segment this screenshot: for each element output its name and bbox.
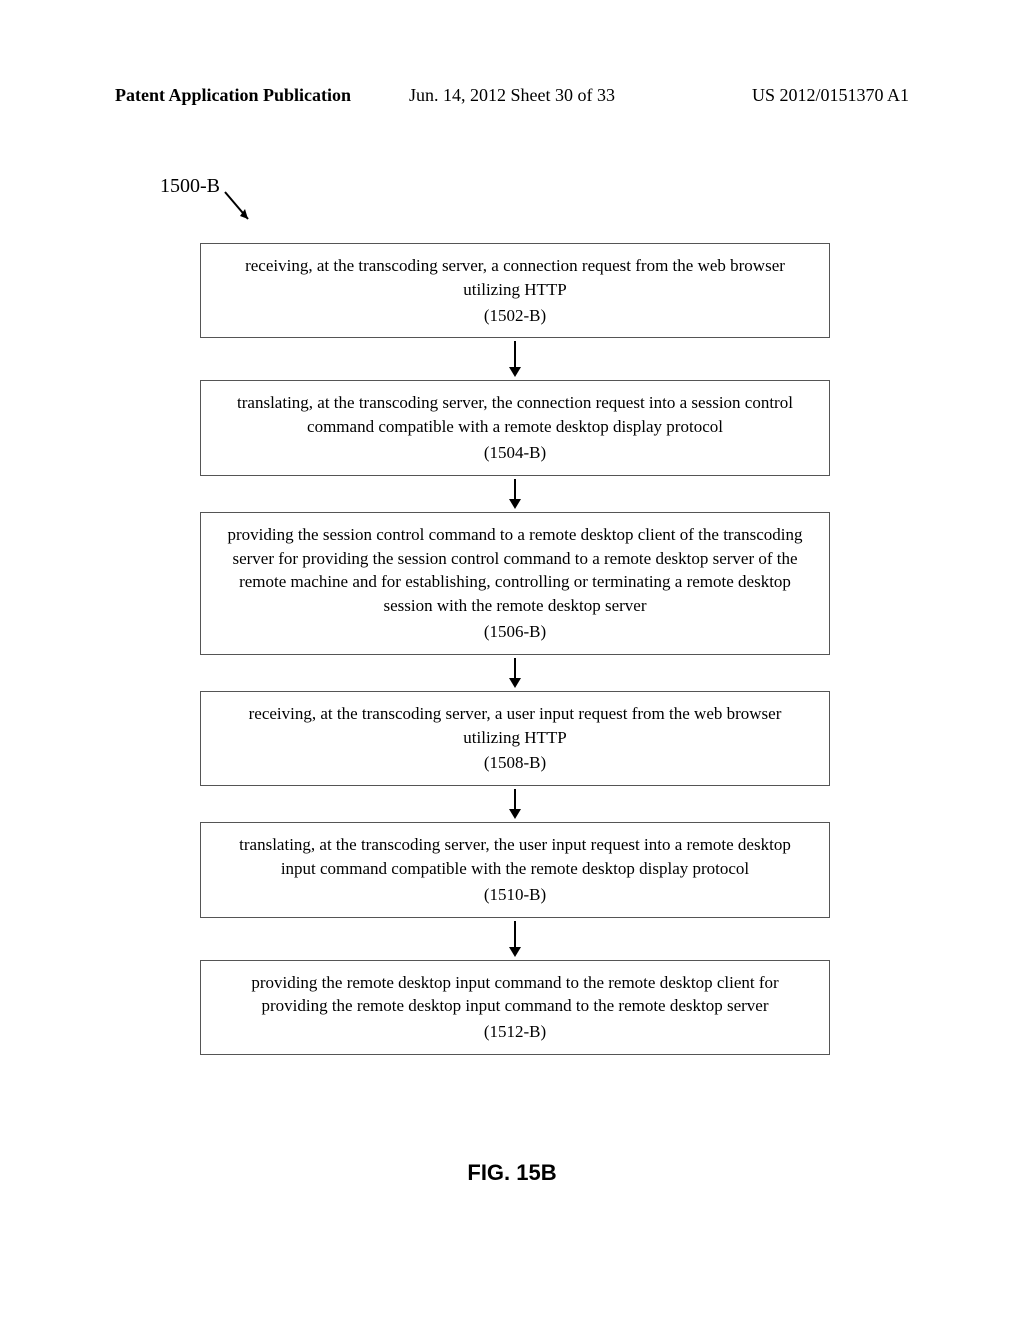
figure-caption: FIG. 15B: [467, 1160, 556, 1186]
flow-step-ref: (1506-B): [221, 620, 809, 644]
flow-step-text: providing the session control command to…: [227, 525, 802, 615]
flow-step-ref: (1502-B): [221, 304, 809, 328]
flow-arrow-icon: [200, 921, 830, 957]
page-header: Patent Application Publication Jun. 14, …: [0, 85, 1024, 106]
flow-step-1508b: receiving, at the transcoding server, a …: [200, 691, 830, 786]
flow-step-ref: (1510-B): [221, 883, 809, 907]
flow-step-text: receiving, at the transcoding server, a …: [249, 704, 782, 747]
flow-step-text: providing the remote desktop input comma…: [251, 973, 778, 1016]
flow-step-1512b: providing the remote desktop input comma…: [200, 960, 830, 1055]
figure-reference-label: 1500-B: [160, 175, 220, 198]
flow-step-text: translating, at the transcoding server, …: [237, 393, 793, 436]
header-publication-number: US 2012/0151370 A1: [752, 85, 909, 106]
flow-arrow-icon: [200, 341, 830, 377]
flow-step-1506b: providing the session control command to…: [200, 512, 830, 655]
flow-step-ref: (1504-B): [221, 441, 809, 465]
flow-step-1504b: translating, at the transcoding server, …: [200, 380, 830, 475]
flow-step-ref: (1512-B): [221, 1020, 809, 1044]
flow-arrow-icon: [200, 789, 830, 819]
flow-step-text: translating, at the transcoding server, …: [239, 835, 791, 878]
flow-arrow-icon: [200, 479, 830, 509]
flowchart-diagram: receiving, at the transcoding server, a …: [200, 243, 830, 1055]
flow-step-text: receiving, at the transcoding server, a …: [245, 256, 785, 299]
header-date-sheet: Jun. 14, 2012 Sheet 30 of 33: [409, 85, 615, 106]
flow-step-1502b: receiving, at the transcoding server, a …: [200, 243, 830, 338]
flow-step-ref: (1508-B): [221, 751, 809, 775]
header-publication-type: Patent Application Publication: [115, 85, 351, 106]
figure-pointer-arrow-icon: [220, 187, 260, 237]
flow-step-1510b: translating, at the transcoding server, …: [200, 822, 830, 917]
flow-arrow-icon: [200, 658, 830, 688]
